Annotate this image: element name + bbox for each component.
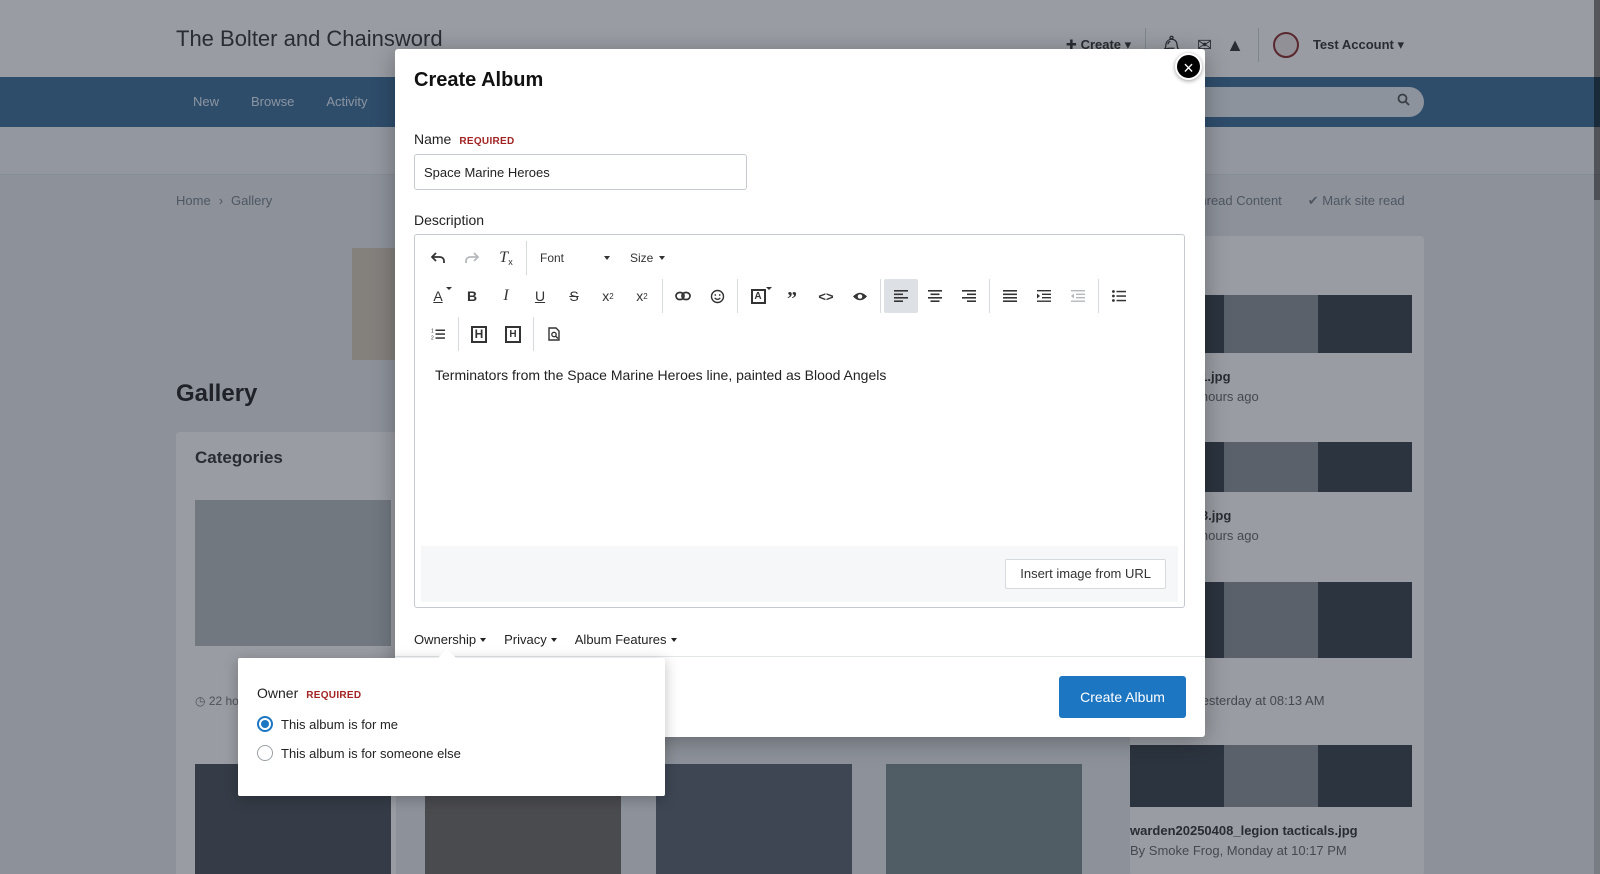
toolbar-divider: [662, 279, 663, 313]
tab-album-features-label: Album Features: [574, 632, 667, 647]
album-options-tabs: Ownership Privacy Album Features: [414, 632, 677, 647]
chevron-down-icon: [766, 287, 772, 290]
owner-option-someone-else[interactable]: This album is for someone else: [257, 745, 461, 761]
preview-icon[interactable]: [537, 317, 571, 351]
heading-small-icon[interactable]: H: [496, 317, 530, 351]
editor-toolbar-row: 12 H H: [421, 317, 571, 351]
description-label: Description: [414, 212, 485, 228]
name-label: Name REQUIRED: [414, 131, 515, 147]
tabs-divider: [395, 656, 1205, 657]
outdent-icon[interactable]: [1061, 279, 1095, 313]
tab-privacy-label: Privacy: [504, 632, 547, 647]
bulleted-list-icon[interactable]: [1102, 279, 1136, 313]
background-color-icon[interactable]: A: [741, 279, 775, 313]
album-name-input[interactable]: [414, 154, 747, 190]
tab-privacy[interactable]: Privacy: [504, 632, 557, 647]
subscript-icon[interactable]: x2: [591, 279, 625, 313]
radio-button[interactable]: [257, 745, 273, 761]
scrollbar-thumb[interactable]: [1594, 0, 1600, 200]
size-dropdown[interactable]: Size: [620, 241, 675, 275]
strikethrough-icon[interactable]: S: [557, 279, 591, 313]
align-right-icon[interactable]: [952, 279, 986, 313]
dialog-title: Create Album: [414, 69, 544, 91]
chevron-down-icon: [659, 256, 666, 260]
create-album-dialog: Create Album × NameREQUIRED Description …: [395, 49, 1205, 737]
tab-ownership[interactable]: Ownership: [414, 632, 487, 647]
owner-label: Owner REQUIRED: [257, 685, 361, 701]
page-scrollbar[interactable]: [1594, 0, 1600, 874]
radio-button-checked[interactable]: [257, 716, 273, 732]
editor-toolbar-row: Tx Font Size: [421, 241, 675, 275]
undo-icon[interactable]: [421, 241, 455, 275]
bold-icon[interactable]: B: [455, 279, 489, 313]
text-color-icon[interactable]: A: [421, 279, 455, 313]
toolbar-divider: [533, 317, 534, 351]
chevron-down-icon: [604, 256, 610, 260]
size-dropdown-label: Size: [630, 251, 654, 265]
quote-icon[interactable]: ”: [775, 279, 809, 313]
align-justify-icon[interactable]: [993, 279, 1027, 313]
editor-footer: Insert image from URL: [421, 546, 1178, 602]
toolbar-divider: [989, 279, 990, 313]
font-dropdown-label: Font: [540, 251, 565, 265]
editor-toolbar-row: A B I U S x2 x2 A ” <>: [421, 279, 1136, 313]
chevron-down-icon: [446, 287, 452, 290]
svg-text:2: 2: [431, 336, 434, 341]
toolbar-divider: [458, 317, 459, 351]
required-tag: REQUIRED: [306, 690, 362, 701]
chevron-down-icon: [670, 637, 677, 642]
redo-icon[interactable]: [455, 241, 489, 275]
close-button[interactable]: ×: [1175, 53, 1202, 80]
italic-icon[interactable]: I: [489, 279, 523, 313]
popover-arrow: [438, 649, 456, 658]
ownership-menu: Owner REQUIRED This album is for me This …: [238, 649, 665, 796]
link-icon[interactable]: [666, 279, 700, 313]
chevron-down-icon: [480, 637, 487, 642]
toolbar-divider: [526, 241, 527, 275]
chevron-down-icon: [550, 637, 557, 642]
code-icon[interactable]: <>: [809, 279, 843, 313]
description-editor: Tx Font Size A B I U S x2 x2 A ” <> 1 2 …: [414, 234, 1185, 608]
owner-label-text: Owner: [257, 685, 299, 701]
owner-option-me-label[interactable]: This album is for me: [281, 717, 398, 732]
align-center-icon[interactable]: [918, 279, 952, 313]
insert-image-url-button[interactable]: Insert image from URL: [1005, 559, 1166, 589]
create-album-button[interactable]: Create Album: [1059, 676, 1186, 718]
numbered-list-icon[interactable]: 12: [421, 317, 455, 351]
superscript-icon[interactable]: x2: [625, 279, 659, 313]
description-content[interactable]: Terminators from the Space Marine Heroes…: [435, 367, 886, 383]
indent-icon[interactable]: [1027, 279, 1061, 313]
tab-album-features[interactable]: Album Features: [575, 632, 677, 647]
heading-large-icon[interactable]: H: [462, 317, 496, 351]
spoiler-eye-icon[interactable]: [843, 279, 877, 313]
align-left-icon[interactable]: [884, 279, 918, 313]
owner-option-me[interactable]: This album is for me: [257, 716, 398, 732]
font-dropdown[interactable]: Font: [530, 241, 620, 275]
name-label-text: Name: [414, 131, 452, 147]
toolbar-divider: [737, 279, 738, 313]
toolbar-divider: [880, 279, 881, 313]
emoji-icon[interactable]: [700, 279, 734, 313]
toolbar-divider: [1098, 279, 1099, 313]
required-tag: REQUIRED: [459, 136, 515, 147]
clear-formatting-icon[interactable]: Tx: [489, 241, 523, 275]
tab-ownership-label: Ownership: [414, 632, 477, 647]
owner-option-someone-else-label[interactable]: This album is for someone else: [281, 746, 461, 761]
underline-icon[interactable]: U: [523, 279, 557, 313]
svg-text:1: 1: [431, 329, 434, 335]
